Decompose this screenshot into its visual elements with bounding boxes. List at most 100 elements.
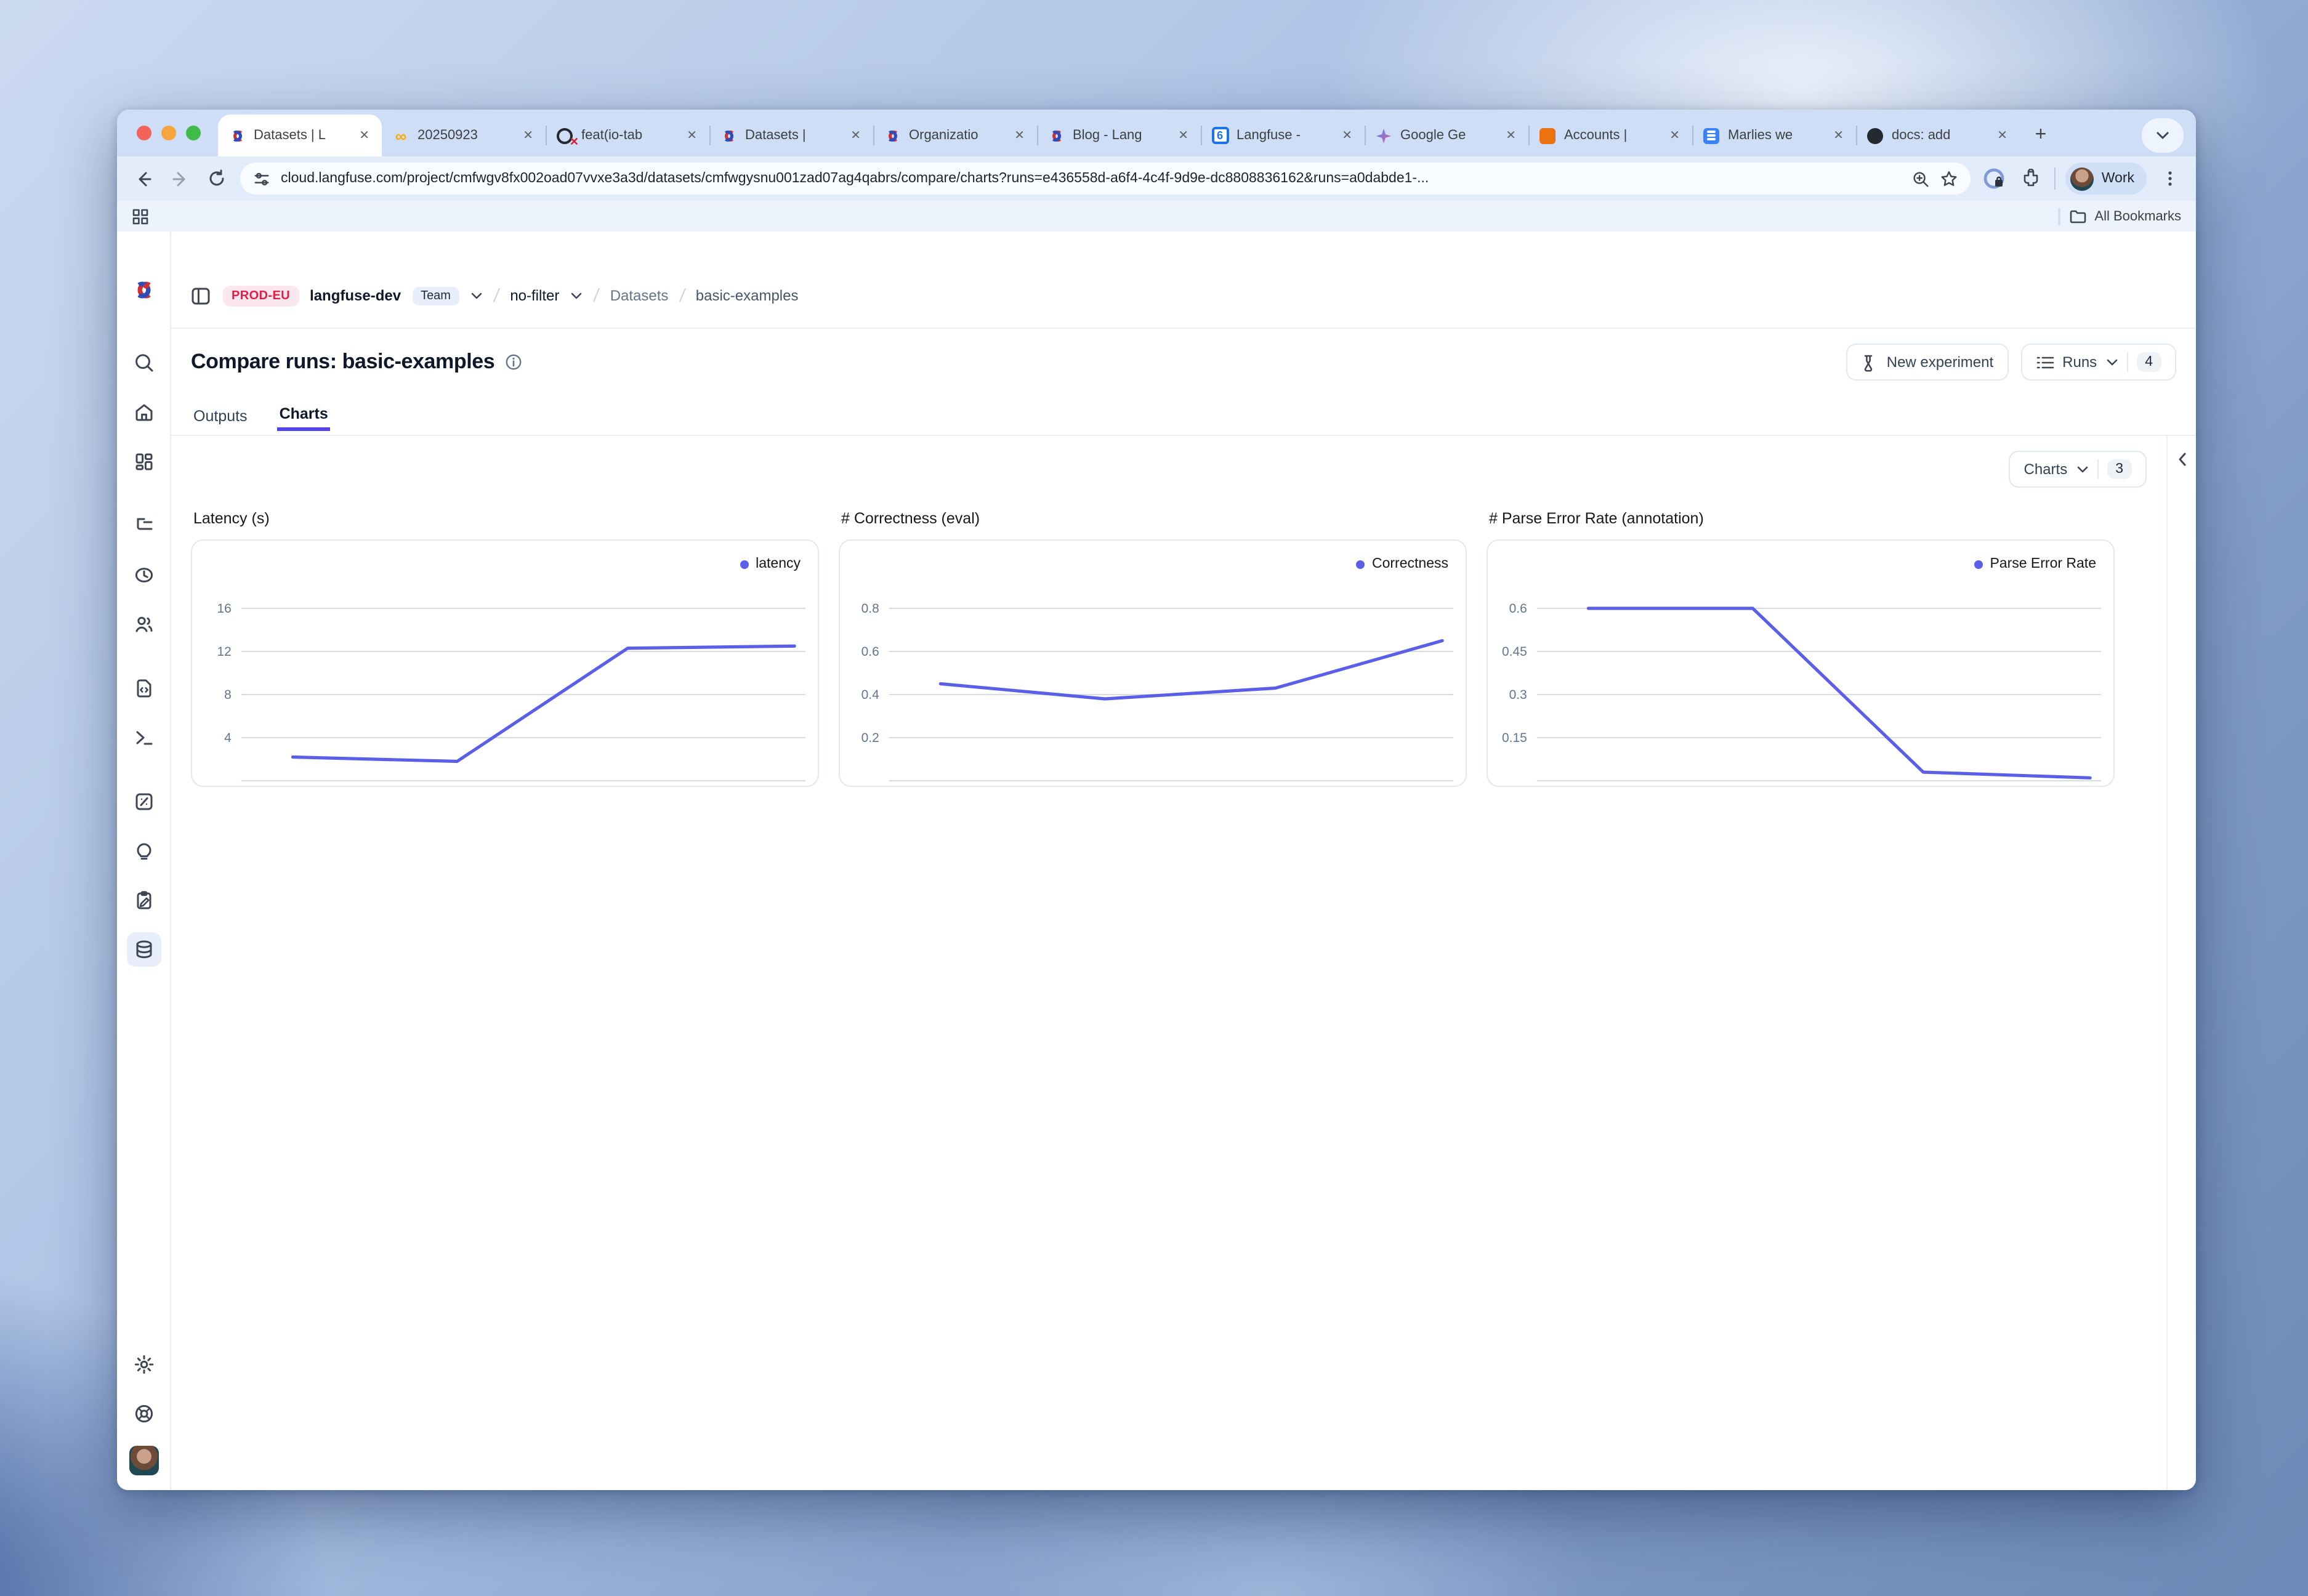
chart-card: 0.20.40.60.8 Correctness [839,539,1467,787]
close-tab-icon[interactable]: ✕ [1503,127,1519,143]
browser-menu-icon[interactable] [2157,165,2184,192]
langfuse-favicon [228,126,246,145]
sidebar-item-users[interactable] [126,607,161,642]
svg-text:16: 16 [217,602,231,616]
charts-dropdown-button[interactable]: Charts 3 [2009,451,2147,488]
close-tab-icon[interactable]: ✕ [1995,127,2010,143]
chart-legend: Parse Error Rate [1974,557,2096,571]
sidebar-item-tracing[interactable] [126,509,161,543]
browser-tab[interactable]: Datasets | L ✕ [218,115,382,156]
github-favicon [1866,126,1884,145]
close-tab-icon[interactable]: ✕ [684,127,700,143]
zoom-window-button[interactable] [186,126,201,140]
breadcrumb-dataset-name[interactable]: basic-examples [696,287,799,304]
extensions-puzzle-icon[interactable] [2018,165,2045,192]
browser-tabs: Datasets | L✕∞20250923✕✕feat(io-tab✕Data… [218,110,2020,156]
line-chart[interactable]: 0.20.40.60.8 [840,541,1466,786]
tab-label: Datasets | L [254,128,349,143]
legend-dot [1356,560,1365,568]
chevron-down-icon[interactable] [570,291,583,300]
browser-tab[interactable]: Blog - Lang✕ [1037,115,1201,156]
sidebar-toggle-icon[interactable] [191,286,212,305]
browser-tab[interactable]: Marlies we✕ [1692,115,1856,156]
svg-text:0.45: 0.45 [1502,645,1527,659]
browser-tab[interactable]: ✕feat(io-tab✕ [546,115,709,156]
profile-label: Work [2102,171,2134,186]
tab-charts[interactable]: Charts [277,395,331,431]
close-window-button[interactable] [137,126,151,140]
zoom-page-icon[interactable] [1912,169,1931,188]
close-tab-icon[interactable]: ✕ [1831,127,1846,143]
page-actions: New experiment Runs 4 [1846,344,2176,381]
sidebar-item-evaluators[interactable] [126,784,161,819]
browser-toolbar: cloud.langfuse.com/project/cmfwgv8fx002o… [117,156,2196,201]
langfuse-logo-icon[interactable] [130,281,157,305]
minimize-window-button[interactable] [161,126,176,140]
close-tab-icon[interactable]: ✕ [1339,127,1355,143]
sidebar-item-annotation-queues[interactable] [126,883,161,917]
sidebar-item-sessions[interactable] [126,558,161,592]
sidebar-item-playground[interactable] [126,720,161,755]
tab-label: Accounts | [1564,128,1660,143]
sidebar-item-dashboards[interactable] [126,445,161,479]
langfuse-favicon [883,126,902,145]
svg-text:0.2: 0.2 [861,731,879,745]
sidebar-item-support[interactable] [126,1396,161,1431]
langfuse-favicon [719,126,738,145]
sidebar-item-datasets[interactable] [126,932,161,967]
forward-button[interactable] [166,165,193,192]
profile-chip[interactable]: Work [2066,163,2147,195]
runs-count-badge: 4 [2136,352,2161,372]
avatar [2071,167,2094,190]
line-chart[interactable]: 481216 [192,541,818,786]
close-tab-icon[interactable]: ✕ [848,127,863,143]
org-name[interactable]: langfuse-dev [310,287,401,304]
chevron-down-icon [2105,358,2118,366]
reload-button[interactable] [203,165,230,192]
all-bookmarks[interactable]: All Bookmarks [2057,208,2181,225]
info-icon[interactable] [504,353,522,371]
page-header: Compare runs: basic-examples New experim… [171,329,2196,395]
chevron-down-icon[interactable] [470,291,483,300]
sidebar-item-settings[interactable] [126,1347,161,1382]
browser-tab[interactable]: ∞20250923✕ [382,115,546,156]
project-name[interactable]: no-filter [510,287,559,304]
tab-outputs[interactable]: Outputs [191,395,250,431]
collapse-panel-icon[interactable] [2176,451,2188,468]
browser-tab[interactable]: Accounts | ✕ [1528,115,1692,156]
close-tab-icon[interactable]: ✕ [520,127,536,143]
address-bar[interactable]: cloud.langfuse.com/project/cmfwgv8fx002o… [240,163,1971,195]
tab-search-button[interactable] [2142,118,2184,153]
close-tab-icon[interactable]: ✕ [1667,127,1682,143]
line-chart[interactable]: 0.150.30.450.6 [1488,541,2113,786]
sidebar-item-home[interactable] [126,395,161,430]
chart-title: # Correctness (eval) [841,510,1467,530]
sidebar-item-prompts[interactable] [126,671,161,706]
site-settings-icon[interactable] [252,169,271,188]
browser-tab[interactable]: Google Ge✕ [1365,115,1528,156]
apps-grid-icon[interactable] [132,208,149,225]
url-text[interactable]: cloud.langfuse.com/project/cmfwgv8fx002o… [281,171,1902,186]
breadcrumb-datasets[interactable]: Datasets [610,287,669,304]
close-tab-icon[interactable]: ✕ [357,127,372,143]
new-experiment-button[interactable]: New experiment [1846,344,2008,381]
new-tab-button[interactable]: + [2025,119,2057,151]
bookmark-star-icon[interactable] [1940,169,1959,188]
user-avatar[interactable] [129,1446,158,1475]
close-tab-icon[interactable]: ✕ [1012,127,1027,143]
browser-tab[interactable]: 6Langfuse -✕ [1201,115,1365,156]
doc-favicon [1702,126,1721,145]
browser-tab[interactable]: Organizatio✕ [873,115,1037,156]
runs-button[interactable]: Runs 4 [2020,344,2176,381]
close-tab-icon[interactable]: ✕ [1176,127,1191,143]
back-button[interactable] [129,165,156,192]
breadcrumb-separator: / [678,285,686,306]
aws-favicon [1538,126,1557,145]
browser-tab[interactable]: docs: add✕ [1856,115,2020,156]
list-icon [2035,354,2054,370]
sidebar-item-insights[interactable] [126,834,161,868]
tab-label: 20250923 [418,128,513,143]
browser-tab[interactable]: Datasets |✕ [709,115,873,156]
password-manager-icon[interactable] [1981,165,2008,192]
sidebar-item-search[interactable] [126,346,161,381]
